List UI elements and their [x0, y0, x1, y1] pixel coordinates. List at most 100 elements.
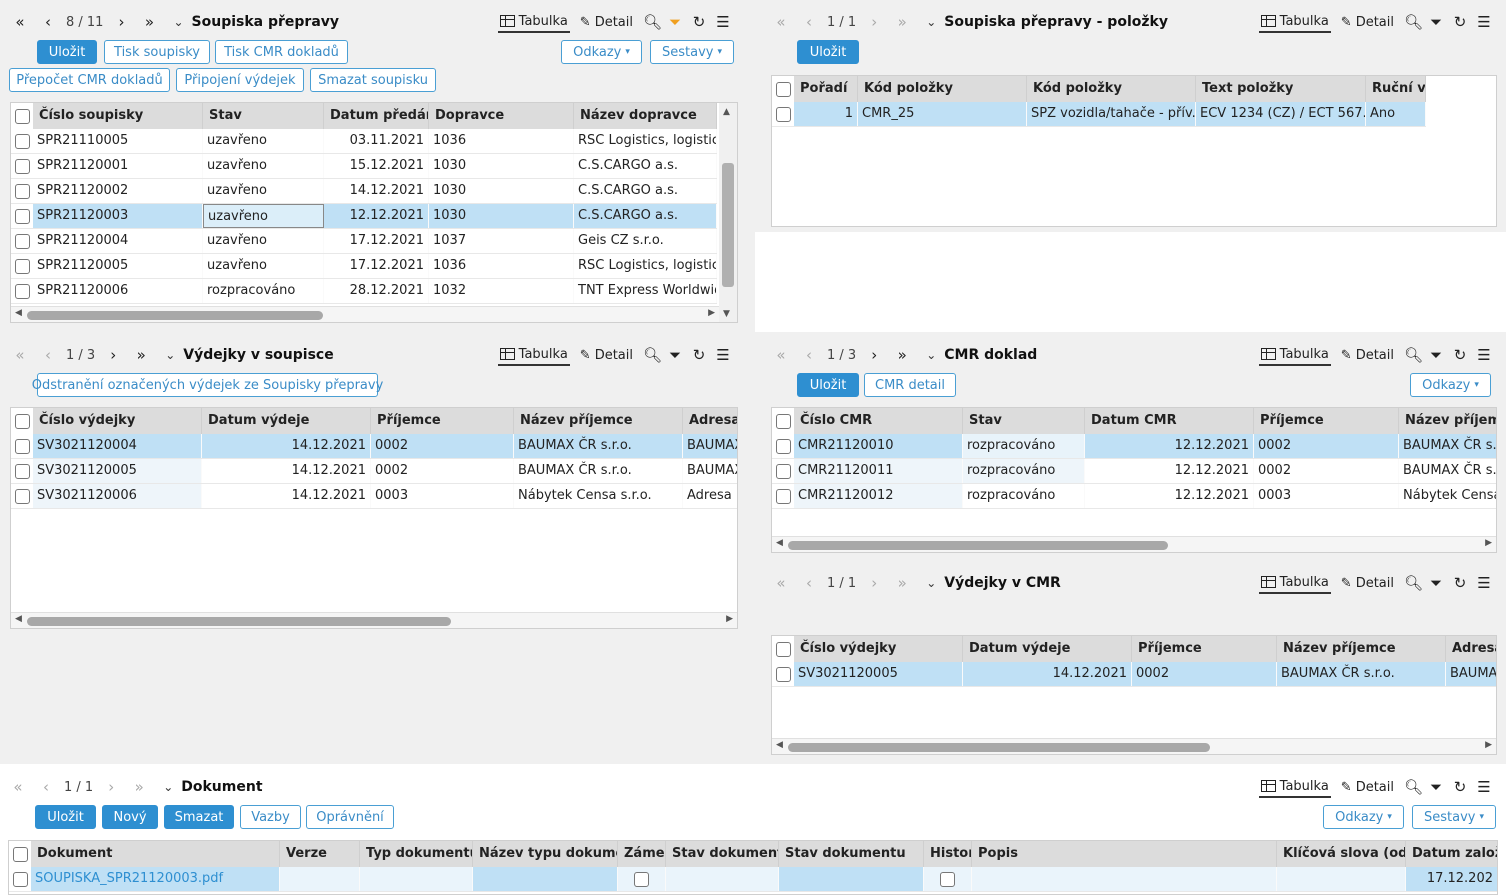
table-row-selected[interactable]: 1 CMR_25 SPZ vozidla/tahače - přív... EC…	[772, 102, 1426, 127]
collapse-chevron-icon[interactable]: ⌄	[173, 15, 183, 29]
cell-status-focused[interactable]: uzavřeno	[203, 204, 324, 228]
select-all-checkbox[interactable]	[11, 408, 33, 434]
permissions-button[interactable]: Oprávnění	[306, 805, 394, 829]
refresh-icon[interactable]: ↻	[1452, 778, 1468, 796]
row-checkbox[interactable]	[11, 459, 33, 483]
column-header[interactable]: Stav	[203, 103, 324, 129]
bindings-button[interactable]: Vazby	[240, 805, 301, 829]
last-page-icon[interactable]: »	[888, 346, 916, 364]
table-row-selected[interactable]: SV3021120004 14.12.2021 0002 BAUMAX ČR s…	[11, 434, 737, 459]
row-checkbox[interactable]	[11, 484, 33, 508]
first-page-icon[interactable]: «	[6, 13, 34, 31]
scroll-thumb[interactable]	[722, 163, 734, 287]
horizontal-scrollbar[interactable]: ◀ ▶	[11, 612, 737, 628]
menu-icon[interactable]: ☰	[1476, 346, 1492, 364]
first-page-icon[interactable]: «	[767, 13, 795, 31]
next-page-icon[interactable]: ›	[97, 778, 125, 796]
tab-detail[interactable]: ✎ Detail	[1339, 572, 1396, 594]
column-header[interactable]: Kód položky	[858, 76, 1027, 102]
vertical-scrollbar[interactable]: ▲ ▼	[719, 103, 737, 322]
menu-icon[interactable]: ☰	[1476, 13, 1492, 31]
scroll-right-icon[interactable]: ▶	[726, 614, 733, 624]
column-header[interactable]: Číslo CMR	[794, 408, 963, 434]
lock-checkbox[interactable]	[618, 867, 666, 891]
prev-page-icon[interactable]: ‹	[34, 346, 62, 364]
column-header[interactable]: Datum založen	[1406, 841, 1497, 867]
scroll-left-icon[interactable]: ◀	[15, 308, 22, 318]
recalc-cmr-button[interactable]: Přepočet CMR dokladů	[9, 68, 170, 92]
row-checkbox[interactable]	[11, 179, 33, 203]
column-header[interactable]: Datum výdeje	[202, 408, 371, 434]
column-header[interactable]: Číslo výdejky	[794, 636, 963, 662]
row-checkbox[interactable]	[772, 459, 794, 483]
column-header[interactable]: Pořadí	[794, 76, 858, 102]
select-all-checkbox[interactable]	[772, 76, 794, 102]
tab-table[interactable]: Tabulka	[497, 344, 570, 366]
remove-selected-button[interactable]: Odstranění označených výdejek ze Soupisk…	[32, 373, 383, 397]
scroll-left-icon[interactable]: ◀	[776, 538, 783, 548]
refresh-icon[interactable]: ↻	[691, 346, 707, 364]
save-button[interactable]: Uložit	[797, 373, 859, 397]
column-header[interactable]: Datum výdeje	[963, 636, 1132, 662]
save-button[interactable]: Uložit	[35, 805, 96, 829]
scroll-down-icon[interactable]: ▼	[723, 309, 730, 319]
collapse-chevron-icon[interactable]: ⌄	[165, 348, 175, 362]
column-header[interactable]: Adresa	[1446, 636, 1496, 662]
column-header[interactable]: Histori	[924, 841, 972, 867]
column-header[interactable]: Příjemce	[371, 408, 514, 434]
print-cmr-button[interactable]: Tisk CMR dokladů	[215, 40, 348, 64]
menu-icon[interactable]: ☰	[715, 346, 731, 364]
last-page-icon[interactable]: »	[125, 778, 153, 796]
filter-icon[interactable]: ⏷	[667, 346, 683, 364]
save-button[interactable]: Uložit	[37, 40, 97, 64]
column-header[interactable]: Kód položky	[1027, 76, 1196, 102]
column-header[interactable]: Číslo výdejky	[33, 408, 202, 434]
collapse-chevron-icon[interactable]: ⌄	[163, 780, 173, 794]
search-icon[interactable]: 🔍︎	[643, 346, 662, 364]
last-page-icon[interactable]: »	[135, 13, 163, 31]
tab-table[interactable]: Tabulka	[1258, 572, 1331, 594]
menu-icon[interactable]: ☰	[1476, 574, 1492, 592]
column-header[interactable]: Klíčová slova (odděli	[1277, 841, 1406, 867]
select-all-checkbox[interactable]	[11, 103, 33, 129]
scroll-up-icon[interactable]: ▲	[723, 107, 730, 117]
tab-detail[interactable]: ✎ Detail	[1339, 776, 1396, 798]
first-page-icon[interactable]: «	[6, 346, 34, 364]
scroll-left-icon[interactable]: ◀	[776, 740, 783, 750]
filter-icon[interactable]: ⏷	[667, 13, 683, 31]
table-row-selected[interactable]: SV3021120005 14.12.2021 0002 BAUMAX ČR s…	[772, 662, 1496, 687]
filter-icon[interactable]: ⏷	[1428, 346, 1444, 364]
scroll-thumb[interactable]	[788, 743, 1210, 752]
column-header[interactable]: Stav dokumentu	[666, 841, 779, 867]
history-checkbox[interactable]	[924, 867, 972, 891]
column-header[interactable]: Popis	[972, 841, 1277, 867]
column-header[interactable]: Název příjemce	[1277, 636, 1446, 662]
prev-page-icon[interactable]: ‹	[795, 574, 823, 592]
tab-table[interactable]: Tabulka	[1258, 344, 1331, 366]
table-row-selected[interactable]: SPR21120003 uzavřeno 12.12.2021 1030 C.S…	[11, 204, 717, 229]
row-checkbox[interactable]	[9, 867, 31, 891]
cmr-detail-button[interactable]: CMR detail	[864, 373, 956, 397]
filter-icon[interactable]: ⏷	[1428, 13, 1444, 31]
column-header[interactable]: Typ dokumentu	[360, 841, 473, 867]
tab-detail[interactable]: ✎ Detail	[1339, 11, 1396, 33]
document-link[interactable]: SOUPISKA_SPR21120003.pdf	[31, 867, 280, 891]
delete-list-button[interactable]: Smazat soupisku	[310, 68, 436, 92]
last-page-icon[interactable]: »	[888, 13, 916, 31]
print-list-button[interactable]: Tisk soupisky	[104, 40, 210, 64]
column-header[interactable]: Stav	[963, 408, 1085, 434]
scroll-thumb[interactable]	[27, 311, 323, 320]
scroll-right-icon[interactable]: ▶	[1485, 538, 1492, 548]
column-header[interactable]: Datum CMR	[1085, 408, 1254, 434]
reports-button[interactable]: Sestavy ▾	[1412, 805, 1496, 829]
row-checkbox[interactable]	[11, 154, 33, 178]
column-header[interactable]: Verze	[280, 841, 360, 867]
prev-page-icon[interactable]: ‹	[795, 13, 823, 31]
column-header[interactable]: Název typu dokumentu	[473, 841, 618, 867]
tab-detail[interactable]: ✎ Detail	[1339, 344, 1396, 366]
search-icon[interactable]: 🔍︎	[643, 13, 662, 31]
row-checkbox[interactable]	[11, 229, 33, 253]
column-header[interactable]: Název dopravce	[574, 103, 717, 129]
tab-table[interactable]: Tabulka	[497, 11, 570, 33]
links-button[interactable]: Odkazy ▾	[1323, 805, 1404, 829]
